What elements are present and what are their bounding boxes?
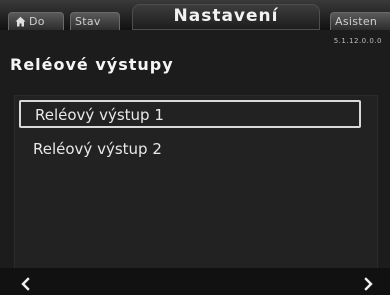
bottom-bar	[0, 268, 390, 295]
list-item-label: Reléový výstup 1	[35, 106, 164, 124]
version-number: 5.1.12.0.0.0	[333, 37, 382, 45]
chevron-right-icon	[361, 276, 375, 295]
back-button[interactable]	[19, 276, 33, 291]
forward-button[interactable]	[361, 276, 375, 291]
page-title: Reléové výstupy	[10, 55, 174, 74]
tab-settings-label: Nastavení	[173, 6, 279, 26]
tab-settings[interactable]: Nastavení	[132, 4, 320, 30]
list-item-label: Reléový výstup 2	[33, 140, 162, 158]
tab-home[interactable]: Do	[8, 12, 64, 30]
tab-status[interactable]: Stav	[70, 12, 120, 30]
tab-assist-label: Asisten	[335, 15, 378, 28]
home-icon	[15, 15, 26, 30]
relay-output-list: Reléový výstup 1 Reléový výstup 2	[14, 95, 378, 269]
tab-home-label: Do	[29, 15, 45, 28]
chevron-left-icon	[19, 276, 33, 295]
tab-status-label: Stav	[75, 15, 101, 28]
list-item-relay-output-2[interactable]: Reléový výstup 2	[19, 136, 359, 164]
tab-assist[interactable]: Asisten	[330, 12, 390, 30]
list-item-relay-output-1[interactable]: Reléový výstup 1	[19, 100, 361, 128]
